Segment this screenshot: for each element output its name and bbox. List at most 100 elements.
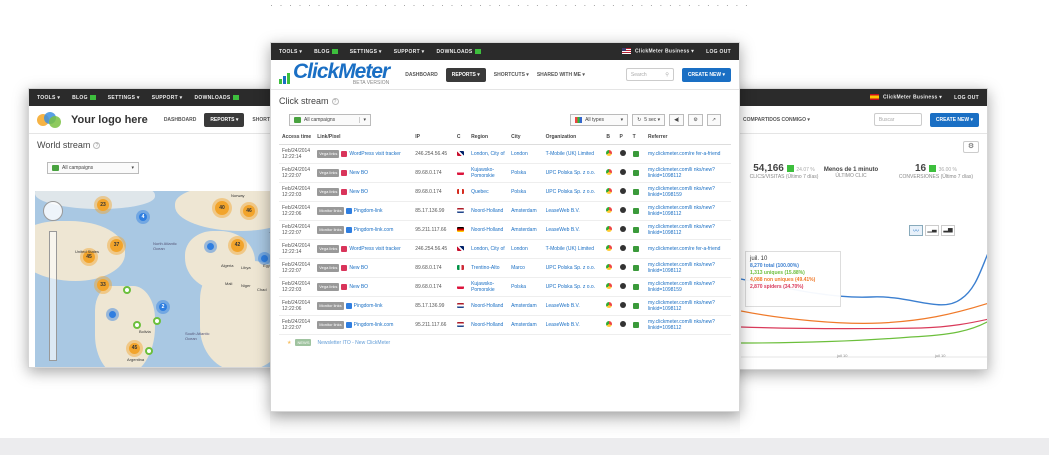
link-name[interactable]: New BO [349,189,368,195]
cell-referrer[interactable]: my.clickmeter.com/li nks/new?linkid=1098… [645,182,731,202]
link-name[interactable]: WordPress visit tracker [349,151,400,157]
cell-city[interactable]: London [508,239,543,259]
cell-region[interactable]: Noord-Holland [468,220,509,240]
cell-referrer[interactable]: my.clickmeter.com/li nks/new?linkid=1098… [645,220,731,240]
cell-city[interactable]: London [508,144,543,164]
help-icon[interactable]: ? [93,142,101,150]
nav-downloads[interactable]: DOWNLOADS [436,49,481,55]
cell-referrer[interactable]: my.clickmeter.com/li nks/new?linkid=1098… [645,296,731,316]
map-cluster[interactable]: 2 [159,303,167,311]
table-row[interactable]: Feb/24/2014 12:22:06 Monitor links Pingdom… [279,296,731,316]
cell-organization[interactable]: LeaseWeb B.V. [542,220,604,240]
link-name[interactable]: Pingdom-link [354,208,383,214]
col-ip[interactable]: IP [412,130,454,145]
cell-region[interactable]: Kujawsko-Pomorskie [468,277,509,297]
cell-referrer[interactable]: my.clickmeter.com/li nks/new?linkid=1098… [645,277,731,297]
nav-tools[interactable]: TOOLS ▾ [37,95,60,101]
col-access-time[interactable]: Access time [279,130,315,145]
cell-organization[interactable]: LeaseWeb B.V. [542,296,604,316]
cell-referrer[interactable]: my.clickmeter.com/re fer-a-friend [645,144,731,164]
types-select[interactable]: All types ▾ [570,114,629,126]
cell-organization[interactable]: T-Mobile (UK) Limited [542,144,604,164]
map-pin-icon[interactable] [153,317,161,325]
map-cluster[interactable]: 37 [110,239,123,252]
nav-logout[interactable]: LOG OUT [954,95,979,101]
share-button[interactable]: ↗ [706,114,721,126]
cell-region[interactable]: Kujawsko-Pomorskie [468,163,509,183]
cell-region[interactable]: London, City of [468,239,509,259]
col-organization[interactable]: Organization [542,130,604,145]
interval-select[interactable]: ↻ 5 sec ▾ [632,114,666,126]
table-row[interactable]: Feb/24/2014 12:22:07 Monitor links Pingdom… [279,220,731,240]
pan-control-icon[interactable] [43,201,63,221]
table-row[interactable]: Feb/24/2014 12:22:03 Vega links New BO 89.6… [279,277,731,297]
cell-organization[interactable]: UPC Polska Sp. z o.o. [542,277,604,297]
nav-settings[interactable]: SETTINGS ▾ [350,49,382,55]
link-name[interactable]: WordPress visit tracker [349,246,400,252]
link-name[interactable]: New BO [349,265,368,271]
nav-tools[interactable]: TOOLS ▾ [279,49,302,55]
cell-region[interactable]: Noord-Holland [468,315,509,335]
table-row[interactable]: Feb/24/2014 12:22:07 Monitor links Pingdom… [279,315,731,335]
cell-city[interactable]: Amsterdam [508,220,543,240]
subnav-dashboard[interactable]: DASHBOARD [405,72,438,78]
campaign-select[interactable]: All campaigns ▾ [47,162,139,174]
cell-city[interactable]: Marco [508,258,543,278]
nav-user[interactable]: ClickMeter Business ▾ [622,48,694,55]
cell-city[interactable]: Amsterdam [508,315,543,335]
table-row[interactable]: Feb/24/2014 12:22:14 Vega links WordPress … [279,239,731,259]
link-name[interactable]: New BO [349,170,368,176]
cell-city[interactable]: Polska [508,182,543,202]
nav-user[interactable]: ClickMeter Business ▾ [870,94,942,101]
subnav-shortcuts[interactable]: SHORTCUTS ▾ [494,72,529,78]
stacked-chart-icon[interactable]: ▂▅ [941,225,955,236]
link-name[interactable]: Pingdom-link.com [354,227,394,233]
help-icon[interactable]: ? [331,98,339,106]
cell-organization[interactable]: UPC Polska Sp. z o.o. [542,258,604,278]
cell-region[interactable]: Quebec [468,182,509,202]
nav-settings[interactable]: SETTINGS ▾ [108,95,140,101]
table-row[interactable]: Feb/24/2014 12:22:07 Vega links New BO 89.6… [279,258,731,278]
cell-region[interactable]: London, City of [468,144,509,164]
col-region[interactable]: Region [468,130,509,145]
table-row[interactable]: Feb/24/2014 12:22:06 Monitor links Pingdom… [279,201,731,221]
cell-city[interactable]: Amsterdam [508,296,543,316]
col-link[interactable]: Link/Pixel [314,130,413,145]
create-new-button[interactable]: CREATE NEW ▾ [681,67,731,82]
cell-organization[interactable]: T-Mobile (UK) Limited [542,239,604,259]
link-name[interactable]: Pingdom-link.com [354,322,394,328]
col-city[interactable]: City [508,130,543,145]
map-cluster[interactable]: 40 [215,201,229,215]
subnav-shared[interactable]: SHARED WITH ME ▾ [537,72,585,78]
col-browser[interactable]: B [603,130,617,145]
col-referrer[interactable]: Referrer [645,130,731,145]
table-row[interactable]: Feb/24/2014 12:22:07 Vega links New BO 89.6… [279,163,731,183]
nav-blog[interactable]: BLOG [72,95,96,101]
cell-referrer[interactable]: my.clickmeter.com/li nks/new?linkid=1098… [645,258,731,278]
cell-region[interactable]: Trentino-Alto [468,258,509,278]
settings-button[interactable]: ⚙ [688,114,703,126]
search-input[interactable]: Buscar [873,113,922,126]
cell-city[interactable]: Polska [508,277,543,297]
cell-organization[interactable]: UPC Polska Sp. z o.o. [542,182,604,202]
map-cluster[interactable]: 23 [97,199,109,211]
col-platform[interactable]: P [616,130,630,145]
world-map[interactable]: 23 4 40 46 37 45 42 33 2 45 United State… [35,191,295,367]
campaign-select[interactable]: All campaigns ▾ [289,114,371,126]
cell-region[interactable]: Noord-Holland [468,296,509,316]
map-cluster[interactable]: 4 [139,213,147,221]
news-link[interactable]: Newsletter ITO - New ClickMeter [317,340,390,346]
nav-support[interactable]: SUPPORT ▾ [394,49,425,55]
line-chart-icon[interactable]: 〰 [909,225,923,236]
subnav-shared[interactable]: COMPARTIDOS CONMIGO ▾ [743,117,810,123]
cell-referrer[interactable]: my.clickmeter.com/li nks/new?linkid=1098… [645,201,731,221]
subnav-dashboard[interactable]: DASHBOARD [164,117,197,123]
search-input[interactable]: Search ⚲ [625,68,674,81]
map-cluster[interactable]: 46 [243,205,255,217]
cell-city[interactable]: Amsterdam [508,201,543,221]
cell-organization[interactable]: LeaseWeb B.V. [542,315,604,335]
table-row[interactable]: Feb/24/2014 12:22:14 Vega links WordPress … [279,144,731,164]
gear-icon[interactable]: ⚙ [963,141,979,153]
map-cluster[interactable]: 45 [129,343,140,354]
cell-organization[interactable]: LeaseWeb B.V. [542,201,604,221]
